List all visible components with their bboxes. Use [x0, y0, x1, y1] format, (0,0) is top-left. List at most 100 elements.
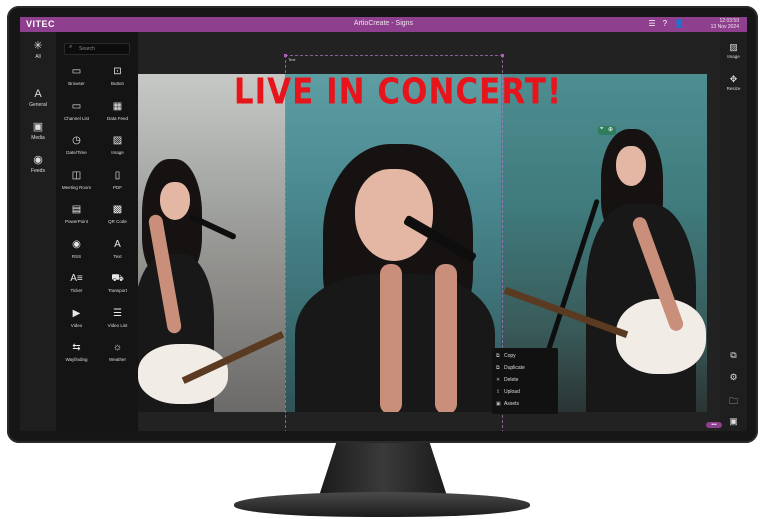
- qr-code-icon: ▩: [112, 204, 123, 215]
- widget-video-list[interactable]: ☰ Video List: [97, 302, 138, 337]
- rss-icon: ◉: [72, 238, 81, 250]
- folder-icon[interactable]: 🗀: [720, 394, 747, 410]
- delete-icon: ✕: [496, 377, 501, 383]
- category-all[interactable]: ✳ All: [20, 40, 56, 70]
- widget-data-feed[interactable]: ▦ Data Feed: [97, 95, 138, 130]
- category-media[interactable]: ▣ Media: [20, 121, 56, 151]
- menu-assets[interactable]: ▣ Assets: [492, 398, 558, 410]
- widget-browser[interactable]: ▭ Browser: [56, 60, 97, 95]
- widget-video[interactable]: ▶ Video: [56, 302, 97, 337]
- gear-icon[interactable]: ⚙: [720, 372, 747, 383]
- menu-label: Duplicate: [504, 365, 525, 371]
- window-title: ArtioCreate - Signs: [353, 20, 414, 27]
- help-icon[interactable]: ?: [663, 19, 674, 28]
- category-label: General: [29, 102, 47, 108]
- widget-image[interactable]: ▨ Image: [97, 129, 138, 164]
- right-toolbar: ▨ Image ✥ Resize ⧉ ⚙ 🗀 ▣: [720, 32, 747, 431]
- widget-label: Ticker: [70, 288, 83, 293]
- media-icon: ▣: [32, 121, 44, 133]
- ticker-icon: A≡: [70, 273, 83, 284]
- widget-weather[interactable]: ☼ Weather: [97, 336, 138, 371]
- browser-icon: ▭: [71, 66, 82, 77]
- video-list-icon: ☰: [113, 307, 122, 319]
- widget-wayfinding[interactable]: ⇆ Wayfinding: [56, 336, 97, 371]
- datetime-icon: ◷: [72, 135, 81, 146]
- photo-detail: [616, 146, 646, 186]
- menu-delete[interactable]: ✕ Delete: [492, 374, 558, 386]
- save-icon[interactable]: ▣: [720, 416, 747, 427]
- widget-label: Wayfinding: [65, 357, 88, 362]
- resize-handle[interactable]: [501, 54, 504, 57]
- widget-channel-list[interactable]: ▭ Channel List: [56, 95, 97, 130]
- widget-label: Video List: [107, 322, 128, 328]
- widget-text[interactable]: A Text: [97, 233, 138, 268]
- selection-label: Text: [288, 57, 296, 62]
- list-icon[interactable]: ☰: [648, 19, 662, 28]
- tool-label: Image: [727, 54, 740, 59]
- widget-qr-code[interactable]: ▩ QR Code: [97, 198, 138, 233]
- monitor-stand-base: [234, 492, 530, 517]
- widget-label: Transport: [107, 288, 128, 293]
- context-menu: ⧉ Copy ⧉ Duplicate ✕ Delete ⇪ Upload ▣ Assets: [492, 348, 558, 414]
- widget-label: QR Code: [108, 219, 127, 224]
- search-input[interactable]: [79, 45, 127, 53]
- widget-datetime[interactable]: ◷ Date/Time: [56, 129, 97, 164]
- widget-button[interactable]: ⊡ Button: [97, 60, 138, 95]
- meeting-room-icon: ◫: [71, 169, 82, 181]
- channel-list-icon: ▭: [71, 100, 82, 112]
- design-canvas[interactable]: Text LIVE IN CONCERT! ⌖ ⊕ ⧉ Copy ⧉ Duplica…: [138, 32, 720, 431]
- widget-palette: ⌕ ▭ Browser ⊡ Button ▭ Channel List ▦ Data F…: [56, 32, 138, 431]
- user-icon[interactable]: 👤: [674, 19, 691, 28]
- button-icon: ⊡: [113, 66, 122, 77]
- category-label: Feeds: [31, 168, 45, 174]
- widget-ticker[interactable]: A≡ Ticker: [56, 267, 97, 302]
- text-a-icon: A: [34, 88, 42, 100]
- widget-meeting-room[interactable]: ◫ Meeting Room: [56, 164, 97, 199]
- element-chip[interactable]: ⌖ ⊕: [598, 126, 616, 135]
- headline-text[interactable]: LIVE IN CONCERT!: [218, 71, 578, 112]
- menu-upload[interactable]: ⇪ Upload: [492, 386, 558, 398]
- menu-label: Assets: [504, 401, 520, 407]
- tool-label: Resize: [726, 86, 741, 91]
- copy-icon: ⧉: [496, 353, 500, 359]
- widget-label: Data Feed: [106, 115, 128, 121]
- weather-icon: ☼: [112, 342, 123, 353]
- powerpoint-icon: ▤: [71, 204, 82, 215]
- photo-detail: [138, 344, 228, 404]
- menu-copy[interactable]: ⧉ Copy: [492, 350, 558, 362]
- widget-label: PDF: [113, 184, 122, 190]
- page-indicator-button[interactable]: •••: [706, 422, 722, 428]
- widget-label: PowerPoint: [64, 219, 88, 224]
- image-icon: ▨: [112, 135, 123, 146]
- rss-icon: ◉: [33, 154, 43, 166]
- pdf-icon: ▯: [114, 169, 121, 181]
- resize-handle[interactable]: [284, 54, 287, 57]
- photo-detail: [160, 182, 190, 220]
- clock: 12:03:59 13 Nov 2024: [711, 18, 739, 30]
- widget-pdf[interactable]: ▯ PDF: [97, 164, 138, 199]
- widget-label: Meeting Room: [61, 184, 92, 190]
- widget-grid: ▭ Browser ⊡ Button ▭ Channel List ▦ Data Fee…: [56, 60, 138, 371]
- menu-duplicate[interactable]: ⧉ Duplicate: [492, 362, 558, 374]
- preview-icon[interactable]: ⧉: [720, 350, 747, 361]
- widget-transport[interactable]: ⛟ Transport: [97, 267, 138, 302]
- category-general[interactable]: A General: [20, 88, 56, 118]
- widget-powerpoint[interactable]: ▤ PowerPoint: [56, 198, 97, 233]
- title-bar: VITEC ArtioCreate - Signs ☰?👤 12:03:59 1…: [20, 17, 747, 32]
- widget-label: Button: [110, 81, 124, 86]
- category-label: All: [35, 54, 41, 60]
- category-feeds[interactable]: ◉ Feeds: [20, 154, 56, 184]
- monitor-frame: VITEC ArtioCreate - Signs ☰?👤 12:03:59 1…: [7, 6, 758, 443]
- tool-resize[interactable]: ✥ Resize: [720, 74, 747, 91]
- monitor-stand-neck: [318, 443, 448, 499]
- tool-image[interactable]: ▨ Image: [720, 42, 747, 59]
- widget-rss[interactable]: ◉ RSS: [56, 233, 97, 268]
- search-icon: ⌕: [69, 44, 73, 50]
- concert-photo-left[interactable]: [138, 74, 285, 412]
- clock-date: 13 Nov 2024: [710, 24, 739, 30]
- video-icon: ▶: [72, 307, 81, 319]
- category-label: Media: [31, 135, 45, 141]
- menu-label: Upload: [504, 389, 520, 395]
- transport-icon: ⛟: [111, 273, 124, 284]
- app-screen: VITEC ArtioCreate - Signs ☰?👤 12:03:59 1…: [20, 17, 747, 431]
